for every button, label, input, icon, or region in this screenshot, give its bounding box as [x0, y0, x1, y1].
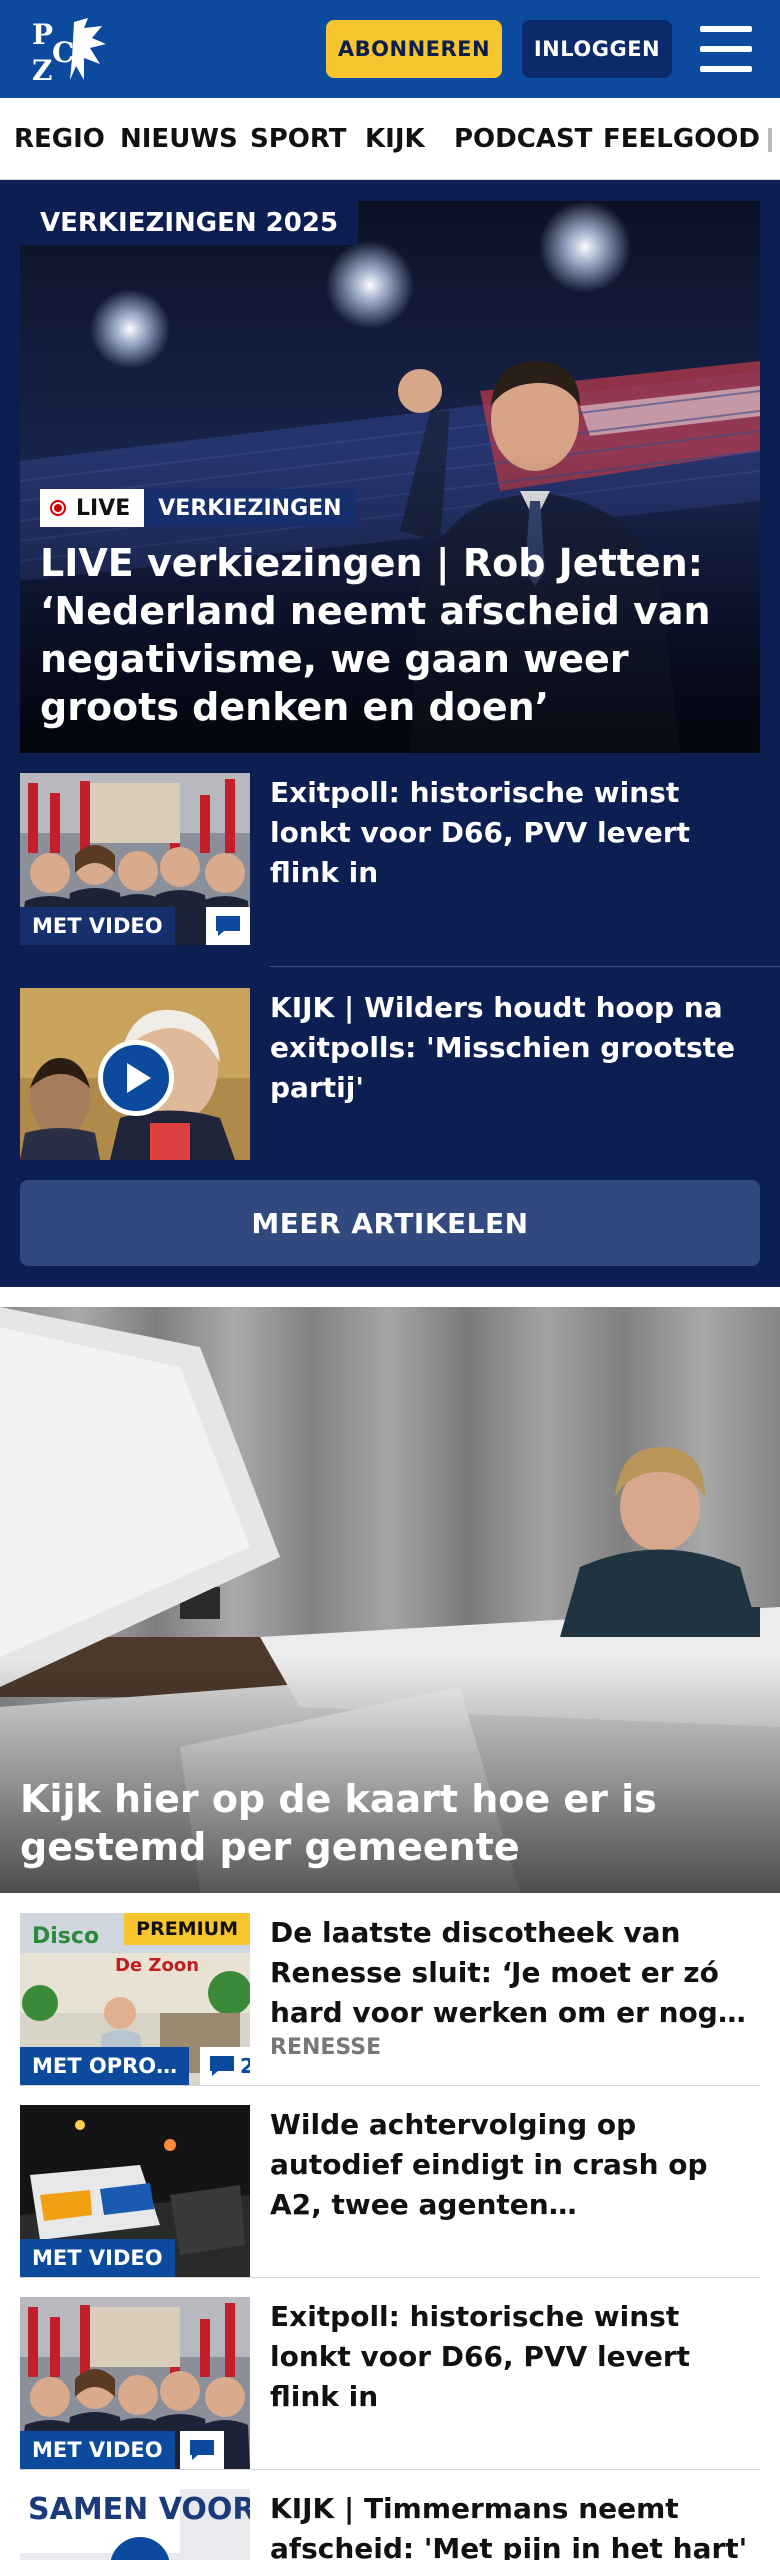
list-item[interactable]: Disco De Zoon PREMIUM MET OPRO… 2 De laa… [20, 1913, 760, 2085]
login-button[interactable]: INLOGGEN [522, 20, 672, 78]
nav-item-nieuws[interactable]: NIEUWS [120, 98, 238, 179]
video-badge: MET VIDEO [20, 2431, 175, 2469]
hero-category: VERKIEZINGEN [144, 489, 356, 527]
comment-count: 2 [240, 2054, 250, 2078]
svg-text:Z: Z [32, 54, 52, 86]
comment-badge [206, 907, 250, 945]
list-item[interactable]: MET VIDEO Exitpoll: historische winst lo… [20, 2297, 760, 2469]
article-title[interactable]: Wilde achtervolging op autodief eindigt … [270, 2105, 760, 2225]
article-title[interactable]: KIJK | Timmermans neemt afscheid: 'Met p… [270, 2489, 760, 2560]
comment-badge: 2 [200, 2047, 250, 2085]
divider [270, 966, 780, 967]
article-location: RENESSE [270, 2035, 382, 2060]
article-image: SAMEN VOORUIT [20, 2489, 250, 2560]
featured-article[interactable]: Kijk hier op de kaart hoe er is gestemd … [0, 1307, 780, 1893]
svg-text:C: C [52, 36, 74, 69]
list-item[interactable]: MET VIDEO Exitpoll: historische winst lo… [20, 773, 760, 945]
article-thumbnail: MET VIDEO [20, 2297, 250, 2469]
hero-title[interactable]: LIVE verkiezingen | Rob Jetten: ‘Nederla… [40, 539, 740, 731]
article-title[interactable]: De laatste discotheek van Renesse sluit:… [270, 1913, 760, 2033]
article-title[interactable]: Exitpoll: historische winst lonkt voor D… [270, 2297, 760, 2417]
live-tag-row: LIVE VERKIEZINGEN [40, 489, 356, 527]
featured-title[interactable]: Kijk hier op de kaart hoe er is gestemd … [20, 1775, 760, 1871]
svg-text:P: P [32, 18, 53, 51]
live-label: LIVE [76, 495, 131, 521]
nav-item-feelgood[interactable]: FEELGOOD [603, 98, 760, 179]
comment-icon [190, 2440, 214, 2460]
nav-item-podcast[interactable]: PODCAST [454, 98, 592, 179]
premium-badge: PREMIUM [124, 1913, 250, 1945]
opro-badge: MET OPRO… [20, 2047, 190, 2085]
video-badge: MET VIDEO [20, 907, 175, 945]
hamburger-menu-icon[interactable] [700, 26, 752, 72]
article-title[interactable]: Exitpoll: historische winst lonkt voor D… [270, 773, 760, 893]
list-item[interactable]: KIJK | Wilders houdt hoop na exitpolls: … [20, 988, 760, 1160]
article-title[interactable]: KIJK | Wilders houdt hoop na exitpolls: … [270, 988, 760, 1108]
divider [20, 2085, 760, 2086]
comment-icon [216, 916, 240, 936]
svg-text:De Zoon: De Zoon [115, 1955, 199, 1976]
nav-overflow-indicator [768, 128, 772, 152]
video-badge: MET VIDEO [20, 2239, 175, 2277]
article-thumbnail: Disco De Zoon PREMIUM MET OPRO… 2 [20, 1913, 250, 2085]
section-label: VERKIEZINGEN 2025 [20, 201, 359, 245]
article-thumbnail: MET VIDEO [20, 773, 250, 945]
more-articles-button[interactable]: MEER ARTIKELEN [20, 1180, 760, 1266]
divider [20, 2469, 760, 2470]
svg-text:Disco: Disco [32, 1924, 99, 1949]
article-thumbnail: MET VIDEO [20, 2105, 250, 2277]
live-tag: LIVE [40, 489, 145, 527]
subscribe-button[interactable]: ABONNEREN [326, 20, 502, 78]
nav-item-regio[interactable]: REGIO [14, 98, 105, 179]
article-thumbnail [20, 988, 250, 1160]
section-nav: REGIO NIEUWS SPORT KIJK PODCAST FEELGOOD [0, 98, 780, 180]
list-item[interactable]: MET VIDEO Wilde achtervolging op autodie… [20, 2105, 760, 2277]
play-icon[interactable] [98, 1040, 174, 1116]
pzc-logo[interactable]: P Z C [30, 14, 110, 86]
article-thumbnail: SAMEN VOORUIT [20, 2489, 250, 2560]
list-item[interactable]: SAMEN VOORUIT KIJK | Timmermans neemt af… [20, 2489, 760, 2560]
live-indicator-icon [50, 500, 66, 516]
comment-badge [180, 2431, 224, 2469]
nav-item-sport[interactable]: SPORT [250, 98, 346, 179]
site-header: P Z C ABONNEREN INLOGGEN [0, 0, 780, 98]
hero-article[interactable]: VERKIEZINGEN 2025 LIVE VERKIEZINGEN LIVE… [20, 201, 760, 753]
thumb-text-line1: SAMEN VOORUIT [28, 2492, 250, 2527]
nav-item-kijk[interactable]: KIJK [365, 98, 425, 179]
divider [20, 2277, 760, 2278]
comment-icon [210, 2056, 234, 2076]
election-section: VERKIEZINGEN 2025 LIVE VERKIEZINGEN LIVE… [0, 180, 780, 1287]
